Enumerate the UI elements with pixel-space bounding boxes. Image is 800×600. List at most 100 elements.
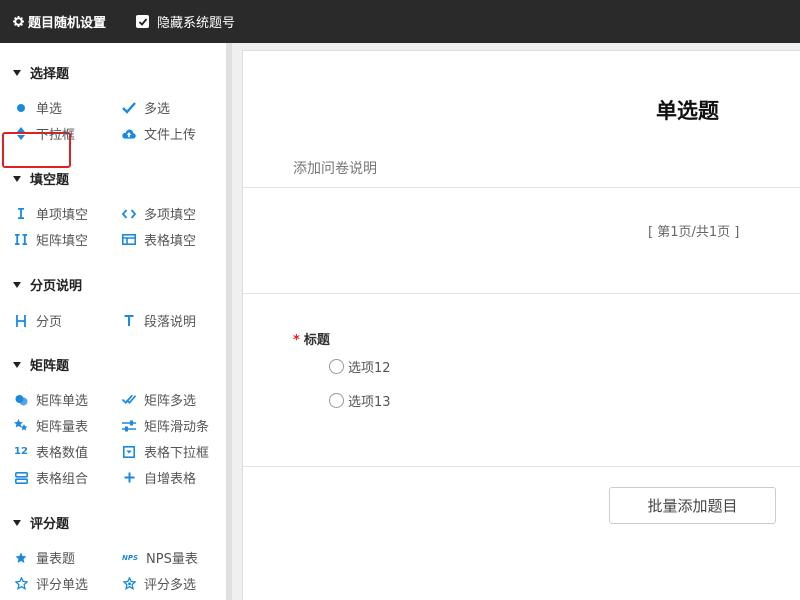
item-rating-single[interactable]: 评分单选 bbox=[14, 574, 88, 593]
question-title: 标题 bbox=[303, 333, 330, 348]
item-rating-multi[interactable]: 评分多选 bbox=[122, 574, 196, 593]
item-multi-fill[interactable]: 多项填空 bbox=[122, 204, 196, 223]
collapse-triangle-icon bbox=[13, 175, 21, 182]
item-label: 单选 bbox=[36, 102, 63, 117]
item-paragraph[interactable]: 段落说明 bbox=[122, 311, 196, 330]
item-label: NPS量表 bbox=[146, 552, 198, 567]
collapse-triangle-icon bbox=[13, 361, 21, 368]
item-label: 矩阵多选 bbox=[144, 394, 197, 409]
text-cursor-icon bbox=[14, 207, 28, 221]
item-table-fill[interactable]: 表格填空 bbox=[122, 230, 196, 249]
option-label: 选项12 bbox=[348, 361, 391, 376]
item-scale[interactable]: 量表题 bbox=[14, 548, 75, 567]
section-pagination-title: 分页说明 bbox=[30, 279, 83, 294]
item-label: 表格填空 bbox=[144, 234, 197, 249]
item-label: 分页 bbox=[36, 315, 63, 330]
star-outline-icon bbox=[122, 577, 136, 591]
item-label: 段落说明 bbox=[144, 315, 197, 330]
cloud-upload-icon bbox=[122, 127, 136, 141]
section-pagination[interactable]: 分页说明 bbox=[13, 275, 82, 294]
radio-button[interactable] bbox=[329, 393, 344, 408]
sidebar-scrollbar[interactable] bbox=[226, 43, 232, 600]
double-cursor-icon bbox=[14, 233, 28, 247]
top-bar: 题目随机设置 隐藏系统题号 bbox=[0, 0, 800, 43]
stars-icon bbox=[14, 419, 28, 433]
hide-numbers-label: 隐藏系统题号 bbox=[157, 16, 236, 31]
page-break-icon bbox=[14, 314, 28, 328]
section-matrix-title: 矩阵题 bbox=[30, 359, 70, 374]
radio-button[interactable] bbox=[329, 359, 344, 374]
item-table-combo[interactable]: 表格组合 bbox=[14, 468, 88, 487]
item-label: 单项填空 bbox=[36, 208, 89, 223]
dropdown-box-icon bbox=[122, 445, 136, 459]
collapse-triangle-icon bbox=[13, 69, 21, 76]
item-dropdown[interactable]: 下拉框 bbox=[14, 124, 75, 143]
survey-editor: 单选题 添加问卷说明 [ 第1页/共1页 ] * 标题 选项12 选项13 批量添… bbox=[242, 50, 800, 600]
number-12-icon: 12 bbox=[14, 446, 28, 457]
checkmark-icon bbox=[138, 17, 147, 26]
item-label: 下拉框 bbox=[36, 128, 76, 143]
option-label: 选项13 bbox=[348, 395, 391, 410]
random-settings-label: 题目随机设置 bbox=[28, 16, 107, 31]
dot-icon bbox=[14, 101, 28, 115]
sliders-icon bbox=[122, 419, 136, 433]
item-label: 表格下拉框 bbox=[144, 446, 210, 461]
item-file-upload[interactable]: 文件上传 bbox=[122, 124, 196, 143]
divider bbox=[243, 466, 800, 467]
batch-add-button[interactable]: 批量添加题目 bbox=[609, 487, 776, 524]
page-info: [ 第1页/共1页 ] bbox=[648, 225, 740, 240]
item-multi-choice[interactable]: 多选 bbox=[122, 98, 170, 117]
random-settings-button[interactable]: 题目随机设置 bbox=[13, 12, 106, 31]
required-mark: * bbox=[293, 333, 300, 348]
item-label: 矩阵滑动条 bbox=[144, 420, 210, 435]
item-label: 多选 bbox=[144, 102, 171, 117]
item-matrix-fill[interactable]: 矩阵填空 bbox=[14, 230, 88, 249]
item-table-dropdown[interactable]: 表格下拉框 bbox=[122, 442, 209, 461]
hide-numbers-toggle[interactable]: 隐藏系统题号 bbox=[136, 12, 235, 31]
survey-description[interactable]: 添加问卷说明 bbox=[293, 158, 377, 178]
section-choice[interactable]: 选择题 bbox=[13, 63, 69, 82]
item-label: 文件上传 bbox=[144, 128, 197, 143]
item-matrix-scale[interactable]: 矩阵量表 bbox=[14, 416, 88, 435]
item-matrix-single[interactable]: 矩阵单选 bbox=[14, 390, 88, 409]
option-item[interactable]: 选项12 bbox=[329, 357, 391, 376]
star-outline-icon bbox=[14, 577, 28, 591]
divider bbox=[243, 187, 800, 188]
item-label: 评分多选 bbox=[144, 578, 197, 593]
survey-title[interactable]: 单选题 bbox=[656, 95, 719, 125]
item-label: 自增表格 bbox=[144, 472, 197, 487]
section-rating-title: 评分题 bbox=[30, 517, 70, 532]
section-fill-blank-title: 填空题 bbox=[30, 173, 70, 188]
collapse-triangle-icon bbox=[13, 519, 21, 526]
check-icon bbox=[122, 101, 136, 115]
combo-icon bbox=[14, 471, 28, 485]
circles-icon bbox=[14, 393, 28, 407]
double-check-icon bbox=[122, 393, 136, 407]
item-matrix-multi[interactable]: 矩阵多选 bbox=[122, 390, 196, 409]
question-label[interactable]: * 标题 bbox=[293, 329, 330, 348]
item-single-choice[interactable]: 单选 bbox=[14, 98, 62, 117]
item-table-number[interactable]: 12 表格数值 bbox=[14, 442, 88, 461]
hide-numbers-checkbox[interactable] bbox=[136, 15, 150, 28]
sort-arrows-icon bbox=[14, 127, 28, 141]
section-matrix[interactable]: 矩阵题 bbox=[13, 355, 69, 374]
item-page-break[interactable]: 分页 bbox=[14, 311, 62, 330]
section-choice-title: 选择题 bbox=[30, 67, 70, 82]
section-rating[interactable]: 评分题 bbox=[13, 513, 69, 532]
table-icon bbox=[122, 233, 136, 247]
item-auto-table[interactable]: 自增表格 bbox=[122, 468, 196, 487]
item-matrix-slider[interactable]: 矩阵滑动条 bbox=[122, 416, 209, 435]
item-label: 评分单选 bbox=[36, 578, 89, 593]
code-brackets-icon bbox=[122, 207, 136, 221]
item-label: 表格组合 bbox=[36, 472, 89, 487]
option-item[interactable]: 选项13 bbox=[329, 391, 391, 410]
item-nps[interactable]: NPS NPS量表 bbox=[122, 548, 198, 567]
question-type-sidebar: 选择题 单选 多选 下拉框 文件上传 填空题 单项填空 多项填空 矩阵填空 表格… bbox=[0, 43, 226, 600]
text-t-icon bbox=[122, 314, 136, 328]
gear-icon bbox=[13, 16, 24, 27]
star-icon bbox=[14, 551, 28, 565]
plus-icon bbox=[122, 471, 136, 485]
item-single-fill[interactable]: 单项填空 bbox=[14, 204, 88, 223]
nps-icon: NPS bbox=[121, 553, 139, 562]
section-fill-blank[interactable]: 填空题 bbox=[13, 169, 69, 188]
